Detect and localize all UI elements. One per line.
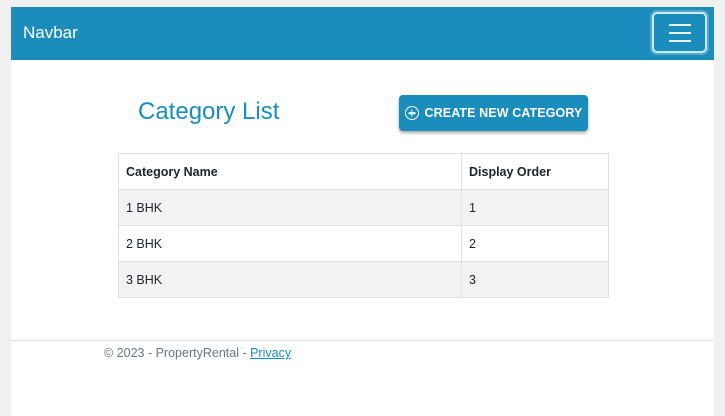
page-title: Category List xyxy=(138,98,280,125)
plus-circle-icon xyxy=(404,106,419,120)
navbar: Navbar xyxy=(11,7,714,60)
navbar-brand[interactable]: Navbar xyxy=(23,22,78,44)
table-row: 1 BHK 1 xyxy=(118,189,609,226)
table-header-row: Category Name Display Order xyxy=(118,153,609,190)
create-new-category-button[interactable]: CREATE NEW CATEGORY xyxy=(399,95,588,131)
cell-display-order: 3 xyxy=(461,261,609,298)
cell-category-name: 2 BHK xyxy=(118,225,462,262)
cell-display-order: 1 xyxy=(461,189,609,226)
cell-category-name: 1 BHK xyxy=(118,189,462,226)
category-table: Category Name Display Order 1 BHK 1 2 BH… xyxy=(118,153,609,298)
column-header-display-order: Display Order xyxy=(461,153,609,190)
hamburger-menu-icon xyxy=(668,23,691,42)
footer: © 2023 - PropertyRental - Privacy xyxy=(104,345,291,361)
table-row: 2 BHK 2 xyxy=(118,225,609,262)
table-row: 3 BHK 3 xyxy=(118,261,609,298)
footer-copyright: © 2023 - PropertyRental - xyxy=(104,346,251,360)
cell-category-name: 3 BHK xyxy=(118,261,462,298)
create-button-label: CREATE NEW CATEGORY xyxy=(424,106,583,120)
navbar-toggler-button[interactable] xyxy=(652,12,707,53)
column-header-category-name: Category Name xyxy=(118,153,462,190)
footer-divider xyxy=(11,340,714,341)
privacy-link[interactable]: Privacy xyxy=(250,346,291,360)
cell-display-order: 2 xyxy=(461,225,609,262)
